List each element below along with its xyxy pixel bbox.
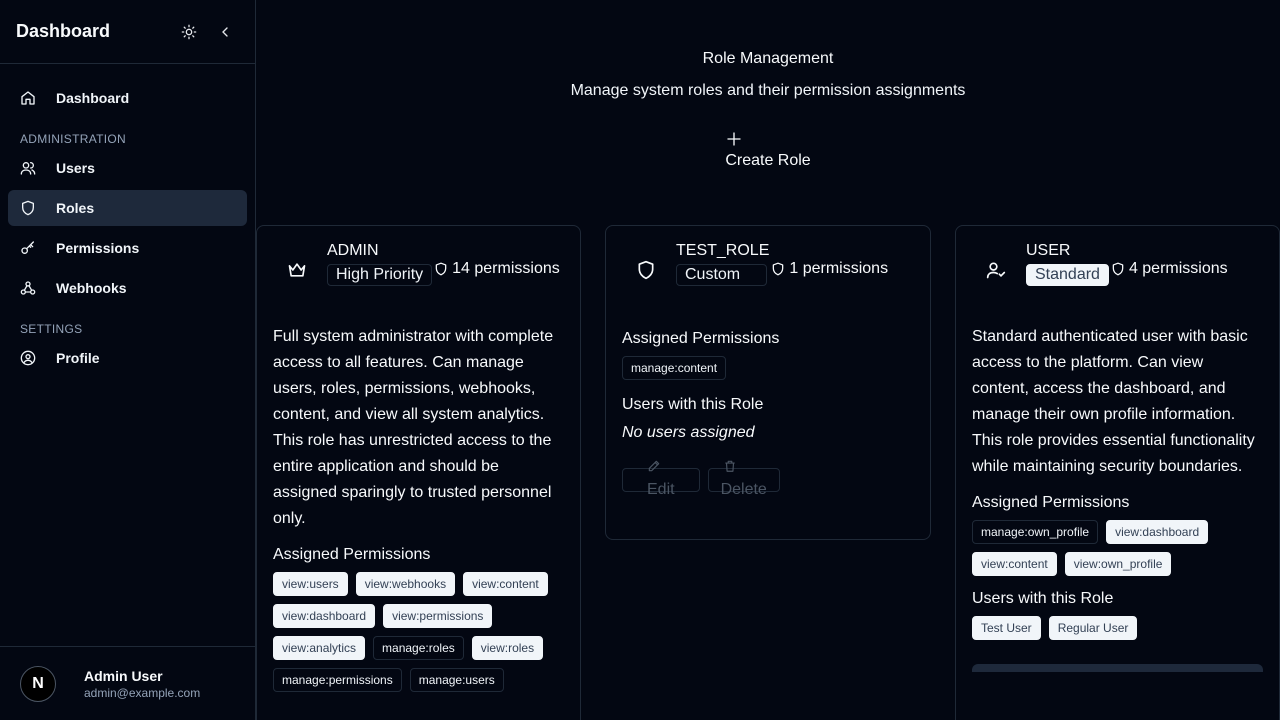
permission-count: 14 permissions (434, 260, 560, 278)
assigned-permissions-label: Assigned Permissions (972, 494, 1130, 511)
role-card-test-role: TEST_ROLE Custom 1 permissions Assigned … (605, 225, 931, 540)
permission-tag: view:dashboard (1106, 520, 1209, 544)
permission-tag: view:content (463, 572, 548, 596)
user-check-icon (986, 260, 1006, 280)
permission-tag: view:content (972, 552, 1057, 576)
shield-icon (636, 260, 656, 280)
sidebar-item-users[interactable]: Users (8, 150, 247, 186)
sidebar-item-dashboard[interactable]: Dashboard (8, 80, 247, 116)
permission-tag: view:permissions (383, 604, 493, 628)
assigned-permissions-label: Assigned Permissions (622, 330, 780, 347)
nav-section-administration: ADMINISTRATION (20, 132, 126, 146)
delete-label: Delete (720, 481, 767, 498)
user-tag: Test User (972, 616, 1041, 640)
shield-icon (1112, 262, 1124, 276)
permission-tag: view:dashboard (273, 604, 376, 628)
sidebar-item-label: Roles (56, 200, 95, 216)
permission-tags: manage:own_profile view:dashboard view:c… (972, 520, 1263, 576)
permission-tag: view:own_profile (1064, 552, 1172, 576)
user-tag: Regular User (1048, 616, 1138, 640)
page-subtitle: Manage system roles and their permission… (570, 82, 966, 99)
edit-label: Edit (647, 481, 675, 498)
sidebar-item-roles[interactable]: Roles (8, 190, 247, 226)
sun-icon (181, 24, 197, 39)
card-action-button[interactable] (972, 664, 1263, 672)
permission-tag: view:analytics (273, 636, 366, 660)
no-users-text: No users assigned (622, 424, 755, 441)
main-content: Role Management Manage system roles and … (256, 0, 1280, 720)
permission-tags: manage:content (622, 356, 914, 380)
edit-icon (647, 459, 661, 477)
page-title: Role Management (702, 50, 834, 67)
permission-count-label: 14 permissions (452, 260, 560, 277)
role-card-admin: ADMIN High Priority 14 permissions Full … (256, 225, 581, 720)
users-with-role-label: Users with this Role (622, 396, 764, 413)
permission-tag: view:webhooks (355, 572, 456, 596)
user-menu[interactable]: N Admin User admin@example.com (0, 646, 255, 720)
permission-tag: manage:permissions (273, 668, 402, 692)
sidebar-item-webhooks[interactable]: Webhooks (8, 270, 247, 306)
shield-icon (435, 262, 447, 276)
trash-icon (723, 459, 737, 477)
sidebar-item-label: Dashboard (56, 90, 130, 106)
plus-icon (650, 130, 818, 152)
permission-count-label: 4 permissions (1128, 260, 1228, 277)
user-email: admin@example.com (84, 685, 201, 700)
sidebar-item-profile[interactable]: Profile (8, 340, 247, 376)
assigned-permissions-label: Assigned Permissions (273, 546, 431, 563)
theme-toggle-button[interactable] (175, 18, 203, 46)
role-description: Full system administrator with complete … (273, 328, 554, 527)
create-role-button[interactable]: Create Role (718, 130, 818, 170)
role-actions: Edit Delete (622, 460, 914, 498)
role-badge: High Priority (327, 264, 433, 286)
permission-tag: view:users (273, 572, 348, 596)
collapse-sidebar-button[interactable] (211, 18, 239, 46)
create-role-label: Create Role (725, 152, 811, 169)
users-icon (20, 160, 36, 176)
delete-button[interactable]: Delete (707, 460, 780, 498)
permission-tag: manage:content (622, 356, 727, 380)
webhook-icon (20, 280, 36, 296)
permission-count: 1 permissions (771, 260, 888, 278)
role-badge: Standard (1026, 264, 1109, 286)
user-tags: Test User Regular User (972, 616, 1263, 640)
avatar: N (20, 665, 56, 702)
role-description: Standard authenticated user with basic a… (972, 328, 1255, 475)
sidebar-item-label: Permissions (56, 240, 140, 256)
permission-count-label: 1 permissions (789, 260, 889, 277)
permission-count: 4 permissions (1111, 260, 1228, 278)
permission-tag: view:roles (471, 636, 544, 660)
home-icon (20, 90, 36, 106)
user-name: Admin User (84, 667, 163, 684)
permission-tag: manage:roles (373, 636, 464, 660)
role-name: USER (1026, 242, 1071, 259)
crown-icon (287, 260, 307, 280)
role-name: ADMIN (327, 242, 379, 259)
sidebar-item-label: Users (56, 160, 95, 176)
permission-tags: view:users view:webhooks view:content vi… (273, 572, 564, 692)
sidebar-header: Dashboard (0, 0, 255, 64)
sidebar-item-permissions[interactable]: Permissions (8, 230, 247, 266)
edit-button[interactable]: Edit (622, 460, 700, 498)
permission-tag: manage:own_profile (972, 520, 1099, 544)
user-circle-icon (20, 350, 36, 366)
sidebar-item-label: Profile (56, 350, 100, 366)
role-name: TEST_ROLE (676, 242, 770, 259)
chevron-left-icon (222, 26, 228, 37)
sidebar-item-label: Webhooks (56, 280, 127, 296)
sidebar-nav: Dashboard ADMINISTRATION Users Roles Per… (0, 64, 255, 376)
nav-section-settings: SETTINGS (20, 322, 83, 336)
shield-icon (20, 200, 36, 216)
role-badge: Custom (676, 264, 767, 286)
key-icon (20, 240, 36, 256)
role-card-user: USER Standard 4 permissions Standard aut… (955, 225, 1280, 720)
shield-icon (773, 262, 784, 276)
sidebar: Dashboard Dashboard ADMINISTRATION Users… (0, 0, 256, 720)
permission-tag: manage:users (409, 668, 504, 692)
sidebar-title: Dashboard (16, 21, 111, 41)
users-with-role-label: Users with this Role (972, 590, 1114, 607)
